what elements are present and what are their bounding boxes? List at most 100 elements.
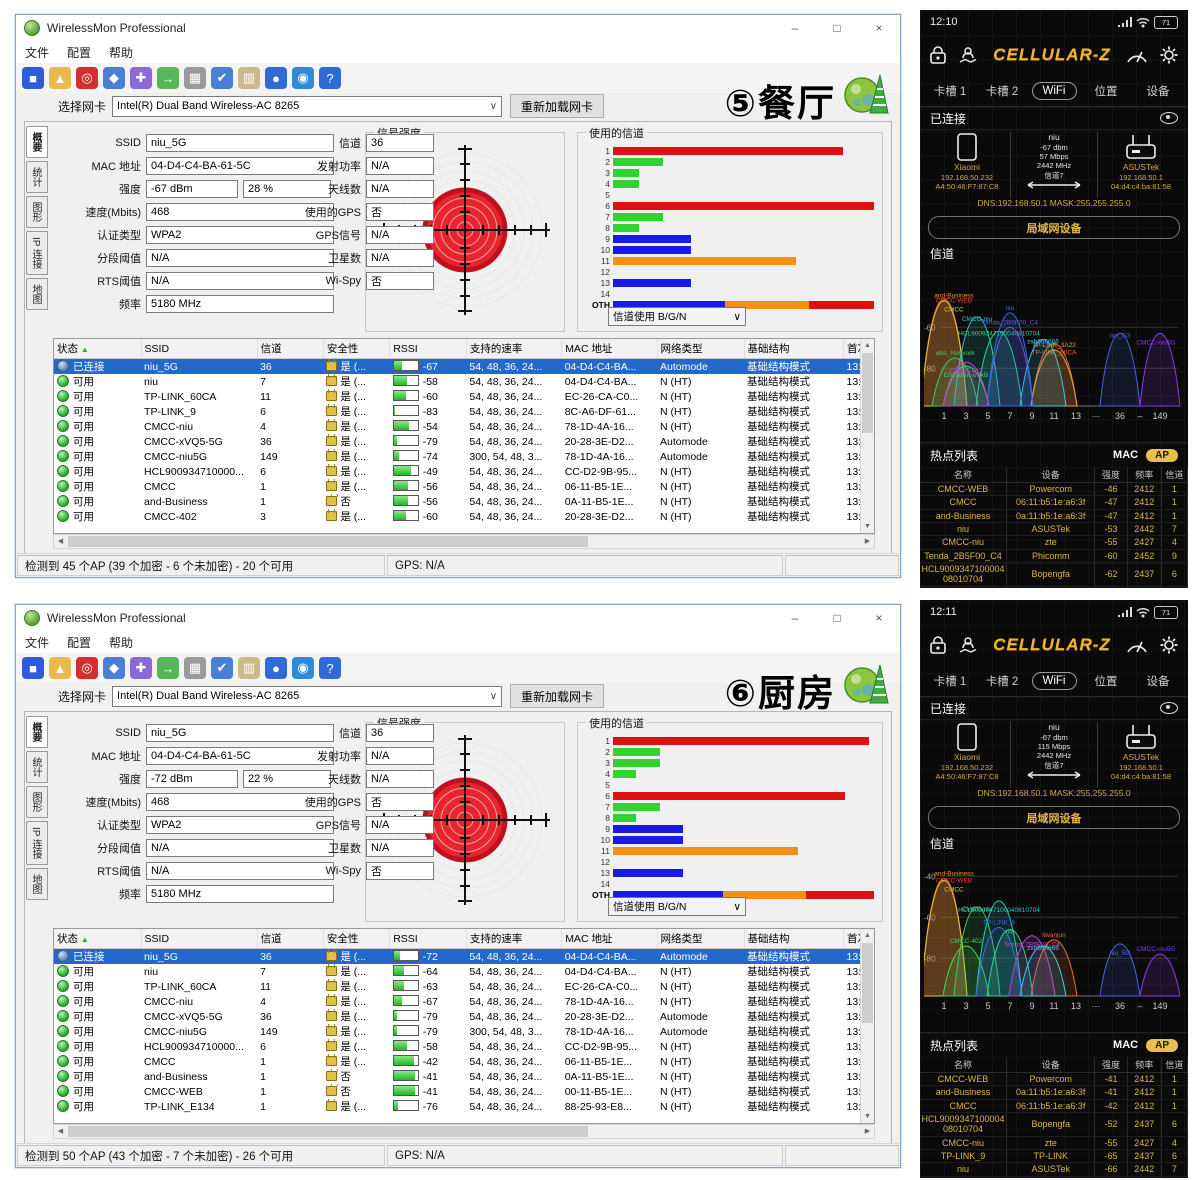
help-icon[interactable]: ? [319, 657, 341, 679]
menu-item[interactable]: 文件 [16, 634, 58, 651]
side-tab-3[interactable]: 图形 [26, 786, 48, 818]
vertical-scrollbar[interactable]: ▲ ▼ [860, 929, 874, 1123]
side-tab-2[interactable]: 统计 [26, 751, 48, 783]
print-icon[interactable]: ▦ [184, 657, 206, 679]
phone-tab-2[interactable]: 卡槽 2 [976, 673, 1028, 689]
scroll-down-icon[interactable]: ▼ [861, 1110, 874, 1123]
ap-table-row[interactable]: 可用 niu 7 是 (... -64 54, 48, 36, 24... 04-D4-C4… [54, 964, 874, 979]
column-header[interactable]: SSID [141, 339, 258, 359]
vertical-scrollbar[interactable]: ▲ ▼ [860, 339, 874, 533]
column-header[interactable]: 信道 [257, 929, 324, 949]
ap-table-row[interactable]: 可用 CMCC-xVQ5-5G 36 是 (... -79 54, 48, 36, 24.… [54, 434, 874, 449]
network-export-icon[interactable]: ✚ [130, 657, 152, 679]
ap-table-row[interactable]: 可用 and-Business 1 否 -56 54, 48, 36, 24... 0A-1… [54, 494, 874, 509]
web-info-icon[interactable]: ◉ [292, 67, 314, 89]
mac-toggle[interactable]: MAC [1113, 1039, 1138, 1051]
ap-table-row[interactable]: 可用 TP-LINK_60CA 11 是 (... -60 54, 48, 36, 24.… [54, 389, 874, 404]
run-export-icon[interactable]: → [157, 67, 179, 89]
scroll-right-icon[interactable]: ▶ [861, 535, 874, 548]
side-tab-3[interactable]: 图形 [26, 196, 48, 228]
save-icon[interactable]: ■ [22, 67, 44, 89]
hotspot-row[interactable]: niu_5GASUSTek-63518036 [920, 586, 1188, 588]
save-icon[interactable]: ■ [22, 657, 44, 679]
gear-icon[interactable] [1160, 636, 1178, 654]
minimize-button[interactable]: – [774, 605, 816, 631]
ap-table-row[interactable]: 可用 CMCC-niu5G 149 是 (... -74 300, 54, 48, 3..… [54, 449, 874, 464]
column-header[interactable]: 网络类型 [657, 929, 745, 949]
side-tab-1[interactable]: 概要 [26, 716, 48, 748]
network-export-icon[interactable]: ✚ [130, 67, 152, 89]
ap-table-row[interactable]: 可用 and-Business 1 否 -41 54, 48, 36, 24... 0A-1… [54, 1069, 874, 1084]
ap-table-row[interactable]: 已连接 niu_5G 36 是 (... -67 54, 48, 36, 24... 04-… [54, 358, 874, 374]
hotspot-row[interactable]: and-Business 0a:11:b5:1e:a6:3f -47 2412 1 [920, 509, 1188, 524]
hotspot-row[interactable]: Tenda_2B5F00_C4 Phicomm -60 2452 9 [920, 549, 1188, 564]
lock-icon[interactable] [930, 46, 946, 64]
column-header[interactable]: 支持的速率 [466, 929, 563, 949]
lan-devices-button[interactable]: 局域网设备 [928, 216, 1180, 239]
side-tab-2[interactable]: 统计 [26, 161, 48, 193]
maximize-button[interactable]: □ [816, 15, 858, 41]
column-header[interactable]: SSID [141, 929, 258, 949]
adapter-select[interactable]: Intel(R) Dual Band Wireless-AC 8265 ∨ [112, 95, 503, 117]
hscroll-thumb[interactable] [68, 536, 588, 547]
adapter-select[interactable]: Intel(R) Dual Band Wireless-AC 8265 ∨ [112, 685, 503, 707]
side-tab-5[interactable]: 地图 [26, 278, 48, 311]
target-icon[interactable]: ◎ [76, 657, 98, 679]
column-header[interactable]: RSSI [389, 929, 467, 949]
column-header[interactable]: 信道 [257, 339, 324, 359]
clipboard-icon[interactable]: ▥ [238, 67, 260, 89]
close-button[interactable]: × [858, 15, 900, 41]
help-icon[interactable]: ? [319, 67, 341, 89]
hotspot-row[interactable]: HCL900934710000408010704 Bopengfa -52 2437 6 [920, 1112, 1188, 1137]
phone-tab-2[interactable]: 卡槽 2 [976, 83, 1028, 99]
column-header[interactable]: 状态 ▲ [54, 929, 142, 949]
target-icon[interactable]: ◎ [76, 67, 98, 89]
open-icon[interactable]: ▲ [49, 657, 71, 679]
hotspot-row[interactable]: CMCC 06:11:b5:1e:a6:3f -42 2412 1 [920, 1099, 1188, 1114]
side-tab-1[interactable]: 概要 [26, 126, 48, 158]
hscroll-thumb[interactable] [68, 1126, 588, 1137]
ap-table-row[interactable]: 可用 CMCC-niu 4 是 (... -54 54, 48, 36, 24... 78-… [54, 419, 874, 434]
clipboard-icon[interactable]: ▥ [238, 657, 260, 679]
column-header[interactable]: MAC 地址 [561, 929, 658, 949]
menu-item[interactable]: 配置 [58, 44, 100, 61]
ap-table-row[interactable]: 可用 HCL900934710000... 6 是 (... -49 54, 48, 36… [54, 464, 874, 479]
mac-toggle[interactable]: MAC [1113, 449, 1138, 461]
ap-table-row[interactable]: 可用 CMCC-xVQ5-5G 36 是 (... -79 54, 48, 36, 24.… [54, 1009, 874, 1024]
eye-icon[interactable] [1160, 112, 1178, 124]
side-tab-4[interactable]: IP 连接 [26, 231, 48, 276]
ap-toggle[interactable]: AP [1146, 1038, 1178, 1052]
column-header[interactable]: 状态 ▲ [54, 339, 142, 359]
hotspot-row[interactable]: HCL900934710000408010704 Bopengfa -62 2437 6 [920, 562, 1188, 587]
lan-devices-button[interactable]: 局域网设备 [928, 806, 1180, 829]
hotspot-row[interactable]: Tenda_2B5F00_C4Phicomm-6924529 [920, 1176, 1188, 1178]
phone-tab-4[interactable]: 位置 [1080, 673, 1132, 689]
print-icon[interactable]: ▦ [184, 67, 206, 89]
ap-toggle[interactable]: AP [1146, 448, 1178, 462]
ap-table-row[interactable]: 可用 TP-LINK_9 6 是 (... -83 54, 48, 36, 24... 8C… [54, 404, 874, 419]
open-icon[interactable]: ▲ [49, 67, 71, 89]
ap-table-row[interactable]: 可用 CMCC 1 是 (... -42 54, 48, 36, 24... 06-11-B… [54, 1054, 874, 1069]
speed-gauge-icon[interactable] [1126, 46, 1148, 64]
side-tab-4[interactable]: IP 连接 [26, 821, 48, 866]
menu-item[interactable]: 帮助 [100, 634, 142, 651]
ap-table-row[interactable]: 可用 CMCC-niu5G 149 是 (... -79 300, 54, 48, 3..… [54, 1024, 874, 1039]
reload-adapter-button[interactable]: 重新加载网卡 [510, 684, 605, 708]
hotspot-row[interactable]: and-Business 0a:11:b5:1e:a6:3f -41 2412 1 [920, 1085, 1188, 1100]
eye-icon[interactable] [1160, 702, 1178, 714]
lock-icon[interactable] [930, 636, 946, 654]
ap-table-row[interactable]: 可用 HCL900934710000... 6 是 (... -58 54, 48, 36… [54, 1039, 874, 1054]
column-header[interactable]: 安全性 [323, 929, 391, 949]
maximize-button[interactable]: □ [816, 605, 858, 631]
scroll-left-icon[interactable]: ◀ [54, 535, 67, 548]
hotspot-row[interactable]: niu ASUSTek -66 2442 7 [920, 1162, 1188, 1177]
menu-item[interactable]: 文件 [16, 44, 58, 61]
phone-tab-5[interactable]: 设备 [1132, 83, 1184, 99]
scroll-left-icon[interactable]: ◀ [54, 1125, 67, 1138]
hotspot-row[interactable]: niu ASUSTek -53 2442 7 [920, 522, 1188, 537]
vscroll-thumb[interactable] [862, 943, 873, 1023]
close-button[interactable]: × [858, 605, 900, 631]
channel-mode-dropdown[interactable]: 信道使用 B/G/N ∨ [608, 307, 746, 326]
location-map-icon[interactable] [958, 636, 978, 654]
horizontal-scrollbar[interactable]: ◀ ▶ [53, 534, 875, 549]
